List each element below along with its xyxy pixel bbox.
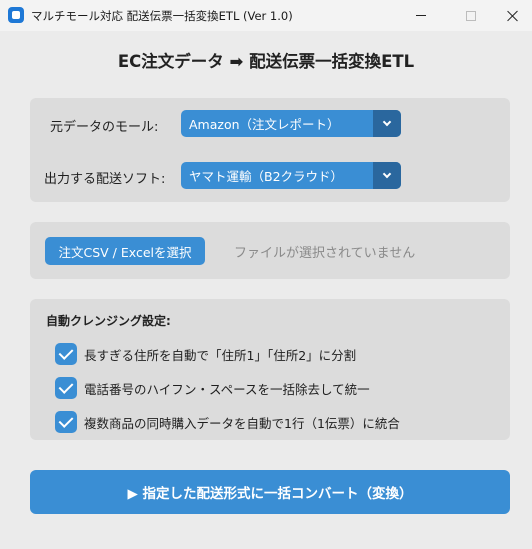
source-mall-dropdown[interactable]: Amazon（注文レポート） (181, 110, 401, 137)
shipping-software-dropdown-arrow[interactable] (373, 162, 401, 189)
shipping-software-value: ヤマト運輸（B2クラウド） (189, 169, 344, 184)
shipping-software-label: 出力する配送ソフト: (44, 172, 166, 187)
minimize-button[interactable] (398, 0, 444, 31)
merge-orders-label[interactable]: 複数商品の同時購入データを自動で1行（1伝票）に統合 (84, 413, 400, 432)
chevron-down-icon (382, 169, 392, 179)
app-icon (8, 7, 24, 23)
source-mall-label: 元データのモール: (50, 120, 159, 135)
source-mall-dropdown-arrow[interactable] (373, 110, 401, 137)
option-normalize-phone[interactable]: 電話番号のハイフン・スペースを一括除去して統一 (55, 377, 370, 399)
maximize-button[interactable] (448, 0, 494, 31)
normalize-phone-checkbox[interactable] (55, 377, 77, 399)
merge-orders-checkbox[interactable] (55, 411, 77, 433)
mall-settings-panel: 元データのモール: Amazon（注文レポート） 出力する配送ソフト: ヤマト運… (30, 98, 510, 202)
close-icon (507, 10, 519, 22)
file-select-panel: 注文CSV / Excelを選択 ファイルが選択されていません (30, 222, 510, 279)
option-split-address[interactable]: 長すぎる住所を自動で「住所1」「住所2」に分割 (55, 343, 356, 365)
convert-button[interactable]: ▶ 指定した配送形式に一括コンバート（変換） (30, 470, 510, 514)
chevron-down-icon (382, 117, 392, 127)
close-button[interactable] (490, 0, 532, 31)
shipping-software-dropdown[interactable]: ヤマト運輸（B2クラウド） (181, 162, 401, 189)
minimize-icon (416, 15, 426, 16)
split-address-checkbox[interactable] (55, 343, 77, 365)
file-status-text: ファイルが選択されていません (234, 246, 416, 261)
title-bar: マルチモール対応 配送伝票一括変換ETL (Ver 1.0) (0, 0, 532, 31)
cleansing-options-panel: 自動クレンジング設定: 長すぎる住所を自動で「住所1」「住所2」に分割 電話番号… (30, 299, 510, 440)
split-address-label[interactable]: 長すぎる住所を自動で「住所1」「住所2」に分割 (84, 345, 356, 364)
page-title: EC注文データ ➡ 配送伝票一括変換ETL (117, 52, 415, 71)
window-title: マルチモール対応 配送伝票一括変換ETL (Ver 1.0) (31, 9, 293, 23)
maximize-icon (466, 10, 476, 21)
option-merge-orders[interactable]: 複数商品の同時購入データを自動で1行（1伝票）に統合 (55, 411, 400, 433)
normalize-phone-label[interactable]: 電話番号のハイフン・スペースを一括除去して統一 (84, 379, 370, 398)
cleansing-options-title: 自動クレンジング設定: (46, 314, 171, 328)
select-file-button[interactable]: 注文CSV / Excelを選択 (45, 237, 205, 265)
source-mall-value: Amazon（注文レポート） (189, 117, 340, 132)
